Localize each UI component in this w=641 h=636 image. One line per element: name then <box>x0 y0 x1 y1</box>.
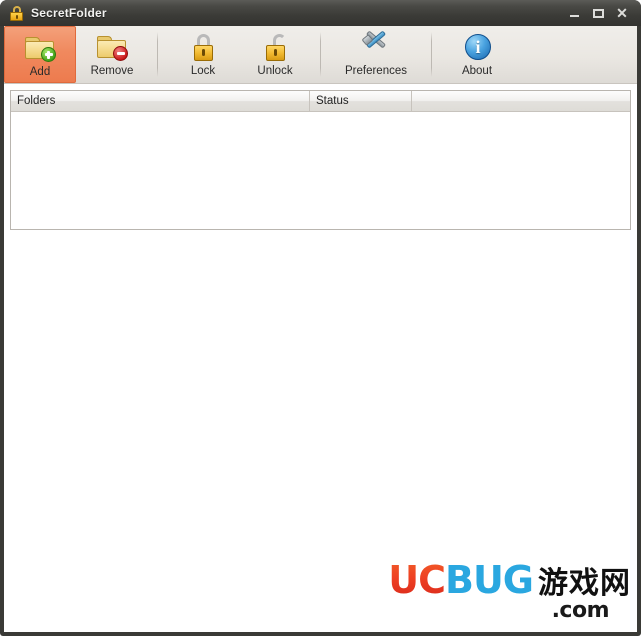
lock-open-icon <box>259 31 291 63</box>
list-header-row: Folders Status <box>11 91 630 112</box>
toolbar-button-remove[interactable]: Remove <box>76 26 148 83</box>
watermark-bug: BUG <box>444 558 534 602</box>
watermark-com: .com <box>551 598 610 623</box>
folder-remove-icon <box>96 31 128 63</box>
toolbar: Add Remove Lock Unlock Preferences i Abo… <box>4 26 637 84</box>
toolbar-separator <box>320 32 321 77</box>
close-icon: ✕ <box>616 5 628 21</box>
toolbar-label-remove: Remove <box>90 65 134 77</box>
app-screenshot: SecretFolder ✕ Add Remove Lock Unlock Pr… <box>0 0 641 636</box>
folder-add-icon <box>24 32 56 64</box>
toolbar-button-about[interactable]: i About <box>441 26 513 83</box>
tools-icon <box>360 30 392 63</box>
toolbar-button-unlock[interactable]: Unlock <box>239 26 311 83</box>
window-title: SecretFolder <box>31 6 107 20</box>
maximize-button[interactable] <box>587 3 609 23</box>
column-header-folders[interactable]: Folders <box>11 91 310 111</box>
column-header-status[interactable]: Status <box>310 91 412 111</box>
title-bar[interactable]: SecretFolder ✕ <box>0 0 641 26</box>
toolbar-button-lock[interactable]: Lock <box>167 26 239 83</box>
info-icon: i <box>461 31 493 63</box>
maximize-icon <box>592 8 604 18</box>
toolbar-button-preferences[interactable]: Preferences <box>330 26 422 83</box>
application-window: SecretFolder ✕ Add Remove Lock Unlock Pr… <box>0 0 641 636</box>
toolbar-label-lock: Lock <box>190 65 216 77</box>
watermark-uc: UC <box>388 558 446 602</box>
toolbar-label-about: About <box>461 65 493 77</box>
padlock-icon <box>9 5 24 21</box>
toolbar-label-preferences: Preferences <box>344 65 407 77</box>
minimize-button[interactable] <box>563 3 585 23</box>
toolbar-separator <box>157 32 158 77</box>
window-controls: ✕ <box>563 3 637 23</box>
column-header-extra[interactable] <box>412 91 630 111</box>
toolbar-separator <box>431 32 432 77</box>
minimize-icon <box>569 15 579 17</box>
list-body-empty[interactable] <box>11 112 630 229</box>
client-area: Add Remove Lock Unlock Preferences i Abo… <box>4 26 637 632</box>
watermark: UC BUG 游戏网 .com <box>388 561 631 622</box>
watermark-chinese: 游戏网 <box>538 566 631 601</box>
toolbar-label-unlock: Unlock <box>257 65 293 77</box>
close-button[interactable]: ✕ <box>611 3 633 23</box>
folders-list-view[interactable]: Folders Status <box>10 90 631 230</box>
toolbar-button-add[interactable]: Add <box>4 26 76 83</box>
lock-closed-icon <box>187 31 219 63</box>
content-area: UC BUG 游戏网 .com <box>4 230 637 632</box>
toolbar-label-add: Add <box>29 66 51 78</box>
